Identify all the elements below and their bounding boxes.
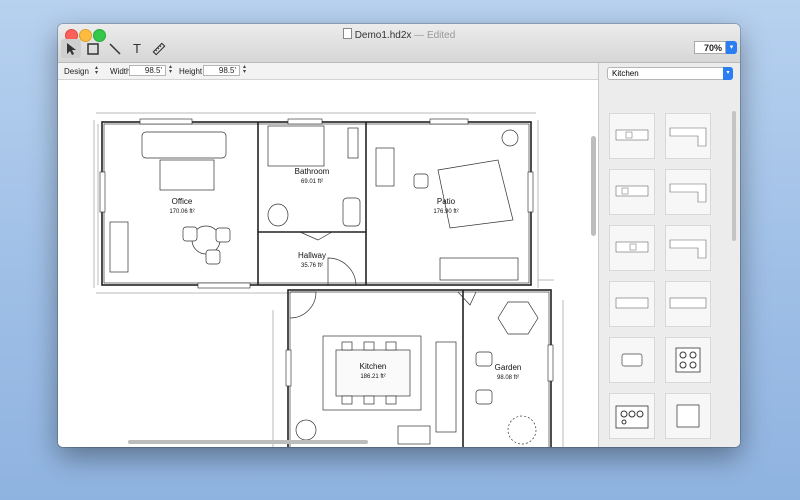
library-item[interactable] [665, 281, 711, 327]
office-furniture [109, 131, 231, 273]
room-area: 186.21 ft² [360, 374, 385, 380]
room-area: 69.01 ft² [301, 179, 323, 185]
library-scroll-thumb[interactable] [732, 111, 736, 241]
kitchen-furniture [295, 335, 457, 445]
library-item[interactable] [609, 169, 655, 215]
counter-l-icon [669, 183, 707, 203]
horizontal-scroll-thumb[interactable] [128, 440, 368, 444]
range-icon [615, 405, 649, 429]
app-window: Demo1.hd2x — Edited T 70% ▾ Design ▴ ▾ Wi… [58, 24, 740, 447]
rectangle-icon [87, 42, 99, 55]
select-tool-button[interactable] [61, 39, 81, 58]
room-name[interactable]: Office [172, 197, 193, 206]
counter-icon [615, 185, 649, 197]
titlebar: Demo1.hd2x — Edited T 70% ▾ [58, 24, 740, 63]
room-area: 35.76 ft² [301, 263, 323, 269]
counter-icon [615, 129, 649, 141]
sink-icon [621, 353, 643, 367]
library-sidebar: Kitchen ▾ [598, 63, 740, 447]
room-area: 176.90 ft² [433, 209, 458, 215]
room-area: 98.08 ft² [497, 375, 519, 381]
counter-icon [615, 241, 649, 253]
counter-icon [669, 297, 707, 309]
library-category-select[interactable]: Kitchen ▾ [607, 67, 733, 80]
width-label: Width [110, 67, 131, 76]
mode-stepper-icon[interactable]: ▴ ▾ [93, 65, 100, 77]
library-item[interactable] [665, 113, 711, 159]
library-item[interactable] [665, 169, 711, 215]
cabinet-icon [676, 404, 700, 428]
width-field[interactable]: 98.5' [129, 65, 166, 76]
chevron-down-icon: ▾ [729, 44, 734, 51]
chevron-updown-icon: ▾ [723, 67, 733, 80]
properties-bar: Design ▴ ▾ Width 98.5' ▴ ▾ Height 98.5' ▴ ▾ [58, 63, 598, 80]
counter-l-icon [669, 127, 707, 147]
room-area: 170.06 ft² [169, 209, 194, 215]
text-icon: T [133, 41, 141, 56]
document-icon [342, 28, 352, 39]
rectangle-tool-button[interactable] [83, 39, 103, 58]
library-item[interactable] [609, 393, 655, 439]
room-name[interactable]: Kitchen [360, 362, 387, 371]
library-item[interactable] [609, 337, 655, 383]
height-label: Height [179, 67, 203, 76]
zoom-field[interactable]: 70% [694, 41, 726, 54]
arrow-pointer-icon [67, 42, 76, 55]
text-tool-button[interactable]: T [127, 39, 147, 58]
room-name[interactable]: Bathroom [295, 167, 330, 176]
floor-plan[interactable]: Office 170.06 ft² Bathroom 69.01 ft² Pat… [58, 80, 598, 447]
mode-select[interactable]: Design [64, 67, 89, 76]
library-item[interactable] [609, 281, 655, 327]
counter-l-icon [669, 239, 707, 259]
counter-icon [615, 297, 649, 309]
library-item[interactable] [665, 225, 711, 271]
garden-furniture [475, 301, 539, 445]
room-name[interactable]: Hallway [298, 251, 326, 260]
height-field[interactable]: 98.5' [203, 65, 240, 76]
cooktop-icon [675, 347, 701, 373]
zoom-dropdown-button[interactable]: ▾ [726, 41, 737, 54]
room-name[interactable]: Patio [437, 197, 456, 206]
ruler-tool-button[interactable] [149, 39, 169, 58]
library-item[interactable] [609, 113, 655, 159]
width-stepper[interactable]: ▴ ▾ [167, 64, 174, 76]
bathroom-fixtures [267, 125, 361, 227]
library-item[interactable] [665, 337, 711, 383]
library-item[interactable] [665, 393, 711, 439]
vertical-scroll-thumb[interactable] [591, 136, 596, 236]
document-name: Demo1.hd2x [354, 30, 412, 41]
edited-status[interactable]: — Edited [414, 30, 455, 41]
height-stepper[interactable]: ▴ ▾ [241, 64, 248, 76]
library-item[interactable] [609, 225, 655, 271]
vertical-scrollbar[interactable] [590, 80, 598, 447]
line-icon [109, 42, 121, 55]
library-category-label: Kitchen [612, 69, 639, 78]
line-tool-button[interactable] [105, 39, 125, 58]
drawing-canvas[interactable]: Office 170.06 ft² Bathroom 69.01 ft² Pat… [58, 80, 598, 447]
room-name[interactable]: Garden [495, 363, 522, 372]
ruler-icon [152, 42, 166, 55]
